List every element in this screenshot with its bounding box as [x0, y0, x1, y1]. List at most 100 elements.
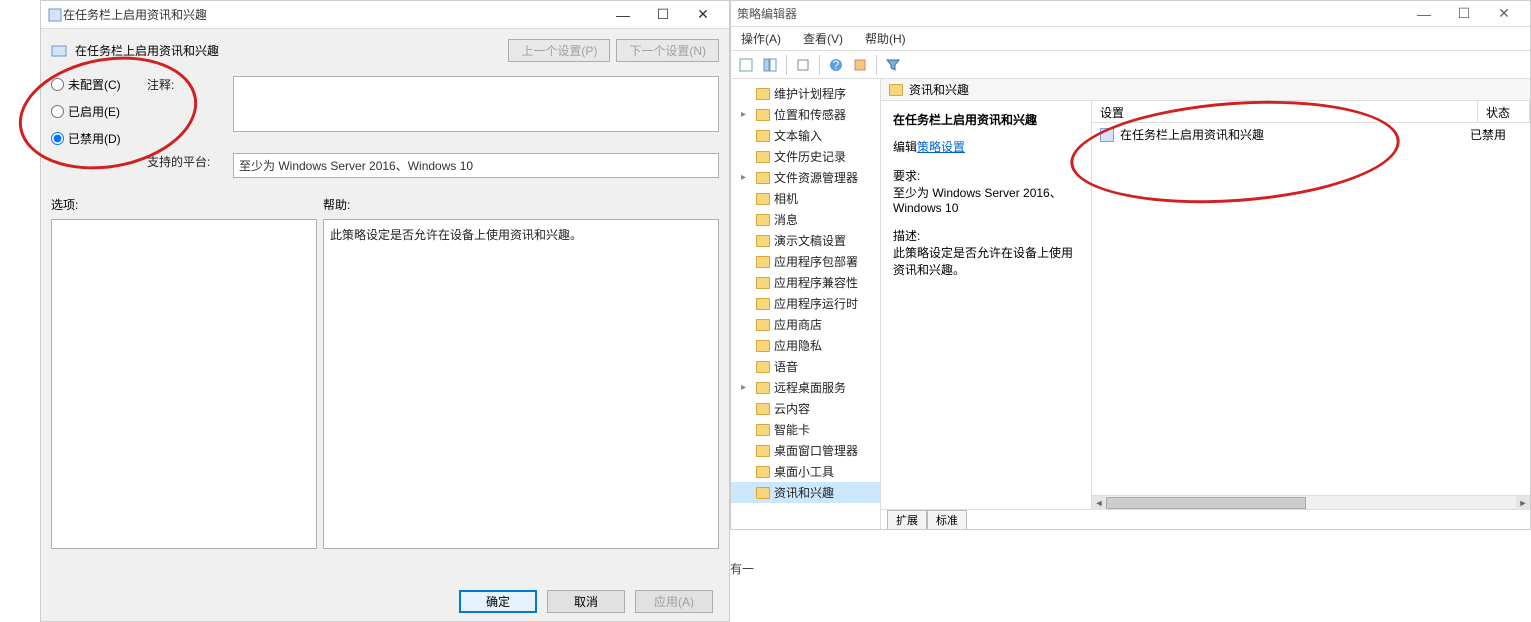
list-row[interactable]: 在任务栏上启用资讯和兴趣 已禁用: [1092, 123, 1530, 146]
tree-item[interactable]: 文本输入: [731, 125, 880, 146]
tree-item[interactable]: 消息: [731, 209, 880, 230]
svg-text:?: ?: [833, 58, 840, 72]
folder-icon: [756, 277, 770, 289]
radio-group: 未配置(C) 已启用(E) 已禁用(D): [51, 76, 141, 147]
help-text: 此策略设定是否允许在设备上使用资讯和兴趣。: [330, 228, 582, 242]
gpedit-close-button[interactable]: ✕: [1484, 5, 1524, 22]
tree-item[interactable]: 资讯和兴趣: [731, 482, 880, 503]
folder-icon: [756, 340, 770, 352]
toolbar-button-5[interactable]: [849, 54, 871, 76]
tab-standard[interactable]: 标准: [927, 510, 967, 529]
tree-item-label: 应用程序包部署: [774, 253, 858, 270]
toolbar-button-3[interactable]: [792, 54, 814, 76]
radio-enabled[interactable]: 已启用(E): [51, 103, 141, 120]
folder-icon: [756, 382, 770, 394]
expand-icon[interactable]: ▸: [741, 382, 752, 393]
tree-item[interactable]: 应用程序兼容性: [731, 272, 880, 293]
ok-button[interactable]: 确定: [459, 590, 537, 613]
edit-label: 编辑: [893, 140, 917, 154]
col-setting[interactable]: 设置: [1092, 101, 1478, 122]
folder-icon: [756, 298, 770, 310]
radio-not-configured-label: 未配置(C): [68, 76, 121, 93]
tree-item[interactable]: ▸远程桌面服务: [731, 377, 880, 398]
tree-item-label: 桌面窗口管理器: [774, 442, 858, 459]
requirements-label: 要求:: [893, 167, 1079, 184]
tree-item[interactable]: 应用商店: [731, 314, 880, 335]
menu-view[interactable]: 查看(V): [799, 28, 847, 49]
edit-policy-link[interactable]: 策略设置: [917, 140, 965, 154]
menu-help[interactable]: 帮助(H): [861, 28, 910, 49]
menu-action[interactable]: 操作(A): [737, 28, 785, 49]
scroll-left-arrow[interactable]: ◄: [1092, 496, 1106, 510]
radio-enabled-input[interactable]: [51, 105, 64, 118]
tree-item[interactable]: 应用程序运行时: [731, 293, 880, 314]
radio-disabled[interactable]: 已禁用(D): [51, 130, 141, 147]
tree-item-label: 资讯和兴趣: [774, 484, 834, 501]
description-text: 此策略设定是否允许在设备上使用资讯和兴趣。: [893, 244, 1079, 278]
options-label: 选项:: [51, 196, 317, 213]
gpedit-toolbar: ?: [731, 51, 1530, 79]
gpedit-title: 策略编辑器: [737, 5, 797, 22]
tab-extended[interactable]: 扩展: [887, 510, 927, 529]
dialog-icon: [47, 7, 63, 23]
previous-setting-button[interactable]: 上一个设置(P): [508, 39, 610, 62]
radio-disabled-input[interactable]: [51, 132, 64, 145]
tree-item[interactable]: ▸文件资源管理器: [731, 167, 880, 188]
folder-icon: [756, 466, 770, 478]
tree-item-label: 消息: [774, 211, 798, 228]
gpedit-minimize-button[interactable]: —: [1404, 6, 1444, 22]
group-policy-editor-window: 策略编辑器 — ☐ ✕ 操作(A) 查看(V) 帮助(H) ? 维护计划程序▸位…: [730, 0, 1531, 530]
help-label: 帮助:: [323, 196, 719, 213]
tree-item[interactable]: 应用隐私: [731, 335, 880, 356]
next-setting-button[interactable]: 下一个设置(N): [616, 39, 719, 62]
tree-item-label: 应用商店: [774, 316, 822, 333]
close-button[interactable]: ✕: [683, 1, 723, 28]
settings-list: 设置 状态 在任务栏上启用资讯和兴趣 已禁用 ◄ ►: [1091, 101, 1530, 509]
toolbar-help-icon[interactable]: ?: [825, 54, 847, 76]
dialog-heading: 在任务栏上启用资讯和兴趣: [75, 42, 219, 59]
detail-pane: 在任务栏上启用资讯和兴趣 编辑策略设置 要求: 至少为 Windows Serv…: [881, 101, 1091, 509]
dialog-heading-row: 在任务栏上启用资讯和兴趣 上一个设置(P) 下一个设置(N): [51, 39, 719, 62]
tree-item[interactable]: 文件历史记录: [731, 146, 880, 167]
detail-title: 在任务栏上启用资讯和兴趣: [893, 111, 1079, 128]
options-area[interactable]: [51, 219, 317, 549]
tree-item[interactable]: 相机: [731, 188, 880, 209]
minimize-button[interactable]: —: [603, 1, 643, 28]
radio-not-configured-input[interactable]: [51, 78, 64, 91]
tree-item[interactable]: 维护计划程序: [731, 83, 880, 104]
row-setting-name: 在任务栏上启用资讯和兴趣: [1120, 126, 1264, 143]
folder-icon: [756, 88, 770, 100]
tree-item[interactable]: 语音: [731, 356, 880, 377]
expand-icon[interactable]: ▸: [741, 172, 752, 183]
tree-item-label: 桌面小工具: [774, 463, 834, 480]
folder-icon: [756, 214, 770, 226]
toolbar-button-2[interactable]: [759, 54, 781, 76]
apply-button[interactable]: 应用(A): [635, 590, 713, 613]
tree-item[interactable]: ▸位置和传感器: [731, 104, 880, 125]
scroll-right-arrow[interactable]: ►: [1516, 496, 1530, 510]
folder-icon: [756, 109, 770, 121]
tree-item[interactable]: 演示文稿设置: [731, 230, 880, 251]
folder-icon: [756, 193, 770, 205]
scroll-thumb[interactable]: [1106, 497, 1306, 509]
gpedit-titlebar: 策略编辑器 — ☐ ✕: [731, 1, 1530, 27]
tree-item[interactable]: 智能卡: [731, 419, 880, 440]
toolbar-button-1[interactable]: [735, 54, 757, 76]
folder-icon: [756, 319, 770, 331]
tree-item[interactable]: 应用程序包部署: [731, 251, 880, 272]
tree-item[interactable]: 桌面小工具: [731, 461, 880, 482]
comment-textbox[interactable]: [233, 76, 719, 132]
tree-item[interactable]: 云内容: [731, 398, 880, 419]
col-state[interactable]: 状态: [1478, 101, 1530, 122]
tree-item-label: 文本输入: [774, 127, 822, 144]
tree-item[interactable]: 桌面窗口管理器: [731, 440, 880, 461]
radio-not-configured[interactable]: 未配置(C): [51, 76, 141, 93]
toolbar-filter-icon[interactable]: [882, 54, 904, 76]
heading-icon: [51, 43, 67, 59]
maximize-button[interactable]: ☐: [643, 1, 683, 28]
horizontal-scrollbar[interactable]: ◄ ►: [1092, 495, 1530, 509]
policy-tree[interactable]: 维护计划程序▸位置和传感器文本输入文件历史记录▸文件资源管理器相机消息演示文稿设…: [731, 79, 881, 529]
gpedit-maximize-button[interactable]: ☐: [1444, 5, 1484, 22]
cancel-button[interactable]: 取消: [547, 590, 625, 613]
expand-icon[interactable]: ▸: [741, 109, 752, 120]
